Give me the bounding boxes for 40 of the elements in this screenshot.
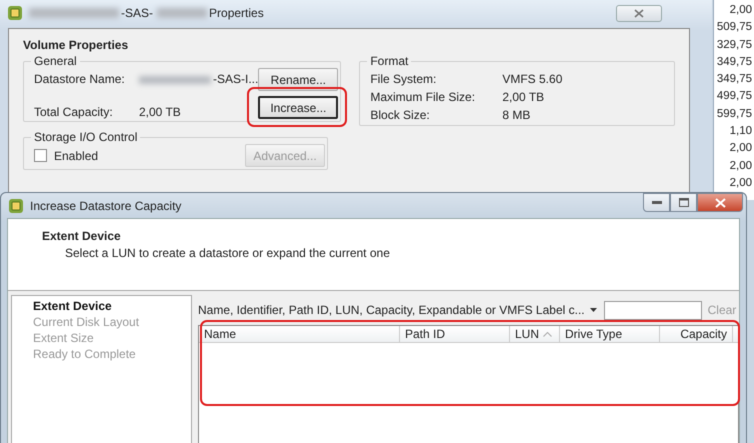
field-label: File System: [370, 72, 438, 86]
column-header[interactable]: LUN [510, 326, 560, 342]
capacity-value: 2,00 [730, 4, 753, 16]
capacity-value: 499,75 [716, 90, 753, 102]
field-label: Total Capacity: [34, 105, 114, 119]
wizard-step[interactable]: Extent Device [33, 298, 191, 314]
column-header[interactable]: Drive Type [560, 326, 660, 342]
step-description: Select a LUN to create a datastore or expand the current one [64, 246, 391, 260]
capacity-value: 2,00 [730, 142, 753, 154]
capacity-value: 349,75 [716, 73, 753, 86]
group-legend: Format [367, 54, 412, 68]
column-header[interactable]: Capacity [660, 326, 733, 342]
field-value: 2,00 TB [139, 105, 181, 119]
field-label: Datastore Name: [34, 72, 126, 86]
capacity-value: 599,75 [716, 108, 753, 120]
window-title: Properties [209, 6, 264, 20]
checkbox-label: Enabled [54, 148, 98, 162]
capacity-value: 349,75 [716, 56, 753, 68]
capacity-value: 2,00 [730, 160, 753, 172]
dialog-button[interactable]: Rename... [258, 68, 338, 91]
filter-dropdown[interactable]: Name, Identifier, Path ID, LUN, Capacity, Expandable or VMFS Label c... [198, 303, 597, 317]
capacity-value: 2,00 [730, 176, 753, 189]
capacity-value: 329,75 [716, 38, 753, 51]
field-value: 8 MB [502, 108, 530, 122]
field-value: VMFS 5.60 [502, 72, 562, 86]
step-title: Extent Device [42, 229, 122, 243]
window-title: -SAS- [121, 6, 154, 20]
group-legend: General [31, 54, 80, 68]
section-title: Volume Properties [23, 38, 130, 52]
column-header[interactable]: Name [199, 326, 400, 342]
field-label: Block Size: [370, 108, 431, 122]
field-label: Maximum File Size: [370, 90, 476, 104]
column-header[interactable]: Path ID [400, 326, 510, 342]
field-value: 2,00 TB [502, 90, 544, 104]
window-title: Increase Datastore Capacity [30, 198, 182, 212]
group-legend: Storage I/O Control [31, 130, 140, 144]
dialog-button[interactable]: Increase... [258, 96, 338, 119]
capacity-value: 1,10 [730, 125, 753, 138]
field-value: -SAS-I... [139, 72, 258, 86]
capacity-value: 509,75 [716, 21, 753, 34]
